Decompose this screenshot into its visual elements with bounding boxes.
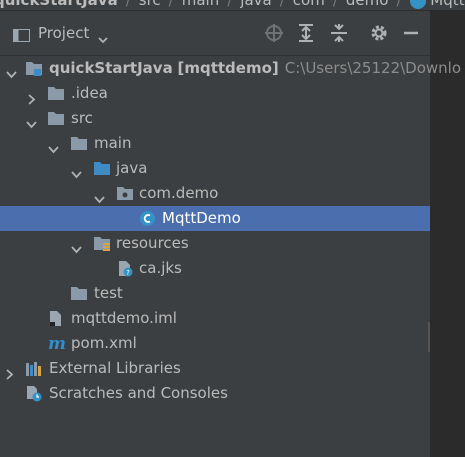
tree-label-pom: pom.xml [71, 334, 137, 352]
tree-item-iml[interactable]: mqttdemo.iml [0, 306, 430, 331]
tree-label-idea: .idea [71, 84, 108, 102]
maven-icon: m [47, 334, 66, 354]
tree-item-root[interactable]: quickStartJava [mqttdemo] C:\Users\25122\… [0, 56, 461, 81]
project-panel-header: Project [0, 11, 430, 56]
chevron-down-icon[interactable] [98, 30, 108, 48]
folder-icon [47, 85, 65, 102]
tree-item-java[interactable]: java [0, 156, 430, 181]
tree-label-resource-file: ca.jks [139, 259, 182, 277]
svg-text:m: m [48, 335, 65, 352]
tree-item-src[interactable]: src [0, 106, 430, 131]
module-name: [mqttdemo] [177, 59, 279, 77]
java-class-icon [139, 210, 157, 227]
locate-icon[interactable] [263, 22, 285, 44]
package-icon [116, 185, 134, 202]
hide-minus-icon[interactable] [400, 22, 422, 44]
tree-item-pom[interactable]: m pom.xml [0, 331, 430, 356]
tree-item-class[interactable]: MqttDemo [0, 206, 430, 231]
project-name: quickStartJava [49, 59, 173, 77]
folder-icon [70, 285, 88, 302]
breadcrumb: quickStartJava / src / main / java / com / demo / M… [0, 0, 465, 11]
tree-label-test: test [94, 284, 123, 302]
tree-item-resources[interactable]: resources [0, 231, 430, 256]
breadcrumb-project[interactable]: quickStartJava [0, 0, 118, 9]
folder-icon [70, 135, 88, 152]
breadcrumb-src[interactable]: src [139, 0, 161, 9]
chevron-down-icon[interactable] [26, 113, 37, 129]
project-path: C:\Users\25122\Downlo [284, 59, 462, 77]
settings-gear-icon[interactable] [368, 22, 390, 44]
module-folder-icon [25, 60, 43, 77]
chevron-down-icon[interactable] [48, 138, 59, 154]
resources-folder-icon [93, 235, 111, 252]
folder-icon [47, 110, 65, 127]
iml-file-icon [47, 310, 65, 327]
breadcrumb-file[interactable]: MqttDemo [430, 0, 465, 9]
tree-item-external-libraries[interactable]: External Libraries [0, 356, 430, 381]
tree-item-package[interactable]: com.demo [0, 181, 430, 206]
chevron-right-icon[interactable] [26, 88, 37, 105]
breadcrumb-com[interactable]: com [293, 0, 325, 9]
chevron-down-icon[interactable] [71, 163, 82, 179]
tree-label-external: External Libraries [49, 359, 181, 377]
chevron-right-icon[interactable] [4, 363, 15, 380]
tree-label-iml: mqttdemo.iml [71, 309, 177, 327]
class-icon [409, 0, 426, 9]
chevron-down-icon[interactable] [6, 63, 17, 79]
breadcrumb-java[interactable]: java [240, 0, 271, 9]
tree-label-scratches: Scratches and Consoles [49, 384, 228, 402]
tree-item-scratches[interactable]: Scratches and Consoles [0, 381, 430, 406]
tree-item-idea[interactable]: .idea [0, 81, 430, 106]
scratches-icon [25, 385, 43, 402]
expand-all-icon[interactable] [295, 22, 317, 44]
tree-label-resources: resources [116, 234, 189, 252]
tree-label-main: main [94, 134, 132, 152]
collapse-all-icon[interactable] [328, 22, 350, 44]
libraries-icon [25, 360, 43, 377]
tree-item-main[interactable]: main [0, 131, 430, 156]
source-folder-icon [93, 160, 111, 177]
project-view-icon [13, 28, 30, 46]
panel-title[interactable]: Project [38, 24, 89, 42]
chevron-down-icon[interactable] [94, 188, 105, 204]
tree-label-package: com.demo [139, 184, 219, 202]
svg-text:?: ? [126, 269, 130, 277]
scrollbar[interactable] [428, 322, 430, 352]
breadcrumb-demo[interactable]: demo [346, 0, 389, 9]
tree-item-resource-file[interactable]: ? ca.jks [0, 256, 430, 281]
chevron-down-icon[interactable] [71, 238, 82, 254]
tree-item-test[interactable]: test [0, 281, 430, 306]
tree-label-java: java [116, 159, 148, 177]
unknown-file-icon: ? [116, 260, 134, 277]
tree-label-class: MqttDemo [162, 209, 241, 227]
breadcrumb-main[interactable]: main [182, 0, 219, 9]
tree-label-src: src [71, 109, 93, 127]
